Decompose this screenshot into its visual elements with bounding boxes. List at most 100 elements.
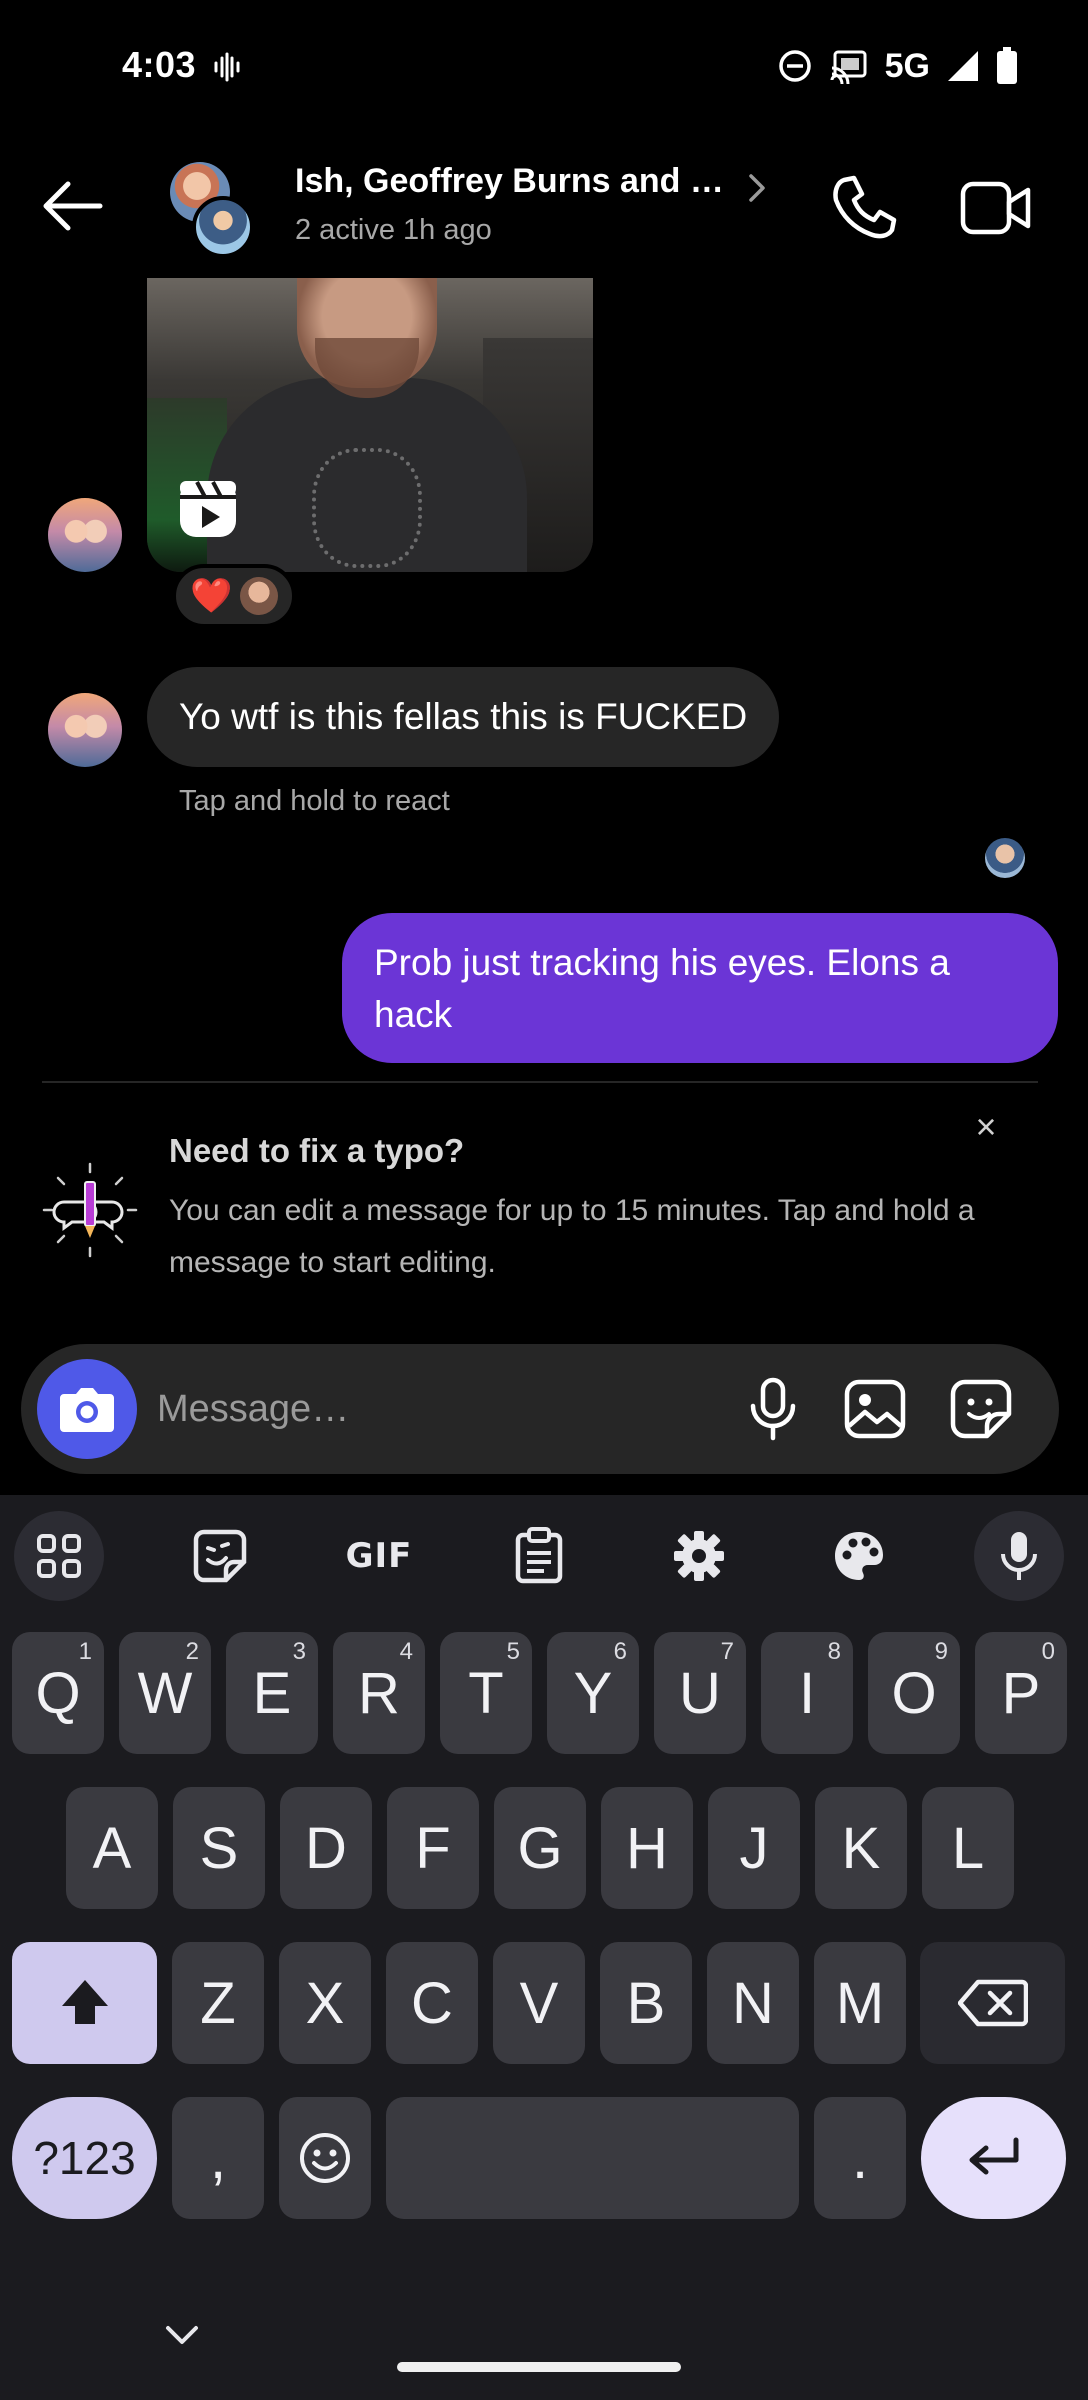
key-u[interactable]: U7 [654, 1632, 746, 1754]
sticker-icon[interactable] [175, 1511, 265, 1601]
reaction-pill[interactable]: ❤️ [172, 564, 296, 628]
edit-pencil-sparkle-icon [42, 1162, 138, 1258]
key-number-hint: 0 [1041, 1638, 1055, 1665]
network-type: 5G [884, 46, 930, 85]
react-hint: Tap and hold to react [179, 785, 450, 817]
backspace-key[interactable] [920, 1942, 1065, 2064]
space-key[interactable] [386, 2097, 799, 2219]
key-k[interactable]: K [815, 1787, 907, 1909]
key-number-hint: 3 [292, 1638, 306, 1665]
key-g[interactable]: G [494, 1787, 586, 1909]
apps-grid-icon[interactable] [14, 1511, 104, 1601]
message-input[interactable] [157, 1374, 717, 1444]
status-bar: 4:03 5G [0, 0, 1088, 130]
cast-icon [830, 50, 867, 84]
key-e[interactable]: E3 [226, 1632, 318, 1754]
key-number-hint: 2 [185, 1638, 199, 1665]
key-b[interactable]: B [600, 1942, 692, 2064]
key-l[interactable]: L [922, 1787, 1014, 1909]
key-m[interactable]: M [814, 1942, 906, 2064]
home-indicator[interactable] [397, 2362, 681, 2372]
key-q[interactable]: Q1 [12, 1632, 104, 1754]
key-number-hint: 4 [399, 1638, 413, 1665]
key-y[interactable]: Y6 [547, 1632, 639, 1754]
reels-icon [180, 481, 236, 537]
key-i[interactable]: I8 [761, 1632, 853, 1754]
keyboard-toolbar: GIF [0, 1495, 1088, 1610]
key-w[interactable]: W2 [119, 1632, 211, 1754]
gif-button[interactable]: GIF [334, 1511, 424, 1601]
key-j[interactable]: J [708, 1787, 800, 1909]
status-time: 4:03 [122, 44, 197, 85]
vibrate-icon [214, 52, 240, 82]
key-s[interactable]: S [173, 1787, 265, 1909]
chat-header: Ish, Geoffrey Burns and … 2 active 1h ag… [0, 150, 1088, 270]
key-f[interactable]: F [387, 1787, 479, 1909]
clipboard-icon[interactable] [494, 1511, 584, 1601]
dnd-icon [778, 50, 811, 82]
on-screen-keyboard: GIF Q1W2E3R4T5Y6U7I8O9P0 ASDFGHJKL ZXCVB… [0, 1495, 1088, 2400]
comma-key[interactable]: , [172, 2097, 264, 2219]
group-avatar[interactable] [170, 162, 260, 258]
key-label: E [252, 1660, 292, 1726]
key-label: Y [573, 1660, 613, 1726]
video-camera-icon[interactable] [960, 178, 1032, 238]
shared-reel[interactable] [147, 278, 593, 572]
emoji-icon [300, 2133, 350, 2183]
key-n[interactable]: N [707, 1942, 799, 2064]
reel-shirt-print [312, 448, 422, 568]
signal-icon [948, 51, 978, 81]
enter-icon [969, 2137, 1018, 2175]
key-r[interactable]: R4 [333, 1632, 425, 1754]
outgoing-message[interactable]: Prob just tracking his eyes. Elons a hac… [342, 913, 1058, 1063]
reactor-avatar [240, 577, 279, 615]
backspace-icon [957, 1979, 1028, 2027]
key-h[interactable]: H [601, 1787, 693, 1909]
key-label: R [358, 1660, 400, 1726]
sender-avatar[interactable] [48, 498, 122, 572]
microphone-icon[interactable] [743, 1376, 803, 1442]
key-a[interactable]: A [66, 1787, 158, 1909]
emoji-key[interactable] [279, 2097, 371, 2219]
key-d[interactable]: D [280, 1787, 372, 1909]
key-c[interactable]: C [386, 1942, 478, 2064]
chevron-right-icon[interactable] [745, 172, 769, 204]
seen-by-avatar [985, 838, 1025, 878]
palette-icon[interactable] [814, 1511, 904, 1601]
key-number-hint: 7 [720, 1638, 734, 1665]
settings-gear-icon[interactable] [654, 1511, 744, 1601]
key-z[interactable]: Z [172, 1942, 264, 2064]
key-number-hint: 8 [827, 1638, 841, 1665]
message-composer [21, 1344, 1059, 1474]
key-x[interactable]: X [279, 1942, 371, 2064]
enter-key[interactable] [921, 2097, 1066, 2219]
key-o[interactable]: O9 [868, 1632, 960, 1754]
status-icons: 5G [777, 44, 1018, 88]
keyboard-microphone-icon[interactable] [974, 1511, 1064, 1601]
close-icon[interactable]: × [968, 1106, 1004, 1147]
key-number-hint: 9 [934, 1638, 948, 1665]
sticker-icon[interactable] [949, 1378, 1013, 1440]
camera-icon [60, 1388, 114, 1432]
key-label: W [137, 1660, 193, 1726]
symbols-key[interactable]: ?123 [12, 2097, 157, 2219]
shift-key[interactable] [12, 1942, 157, 2064]
back-arrow-icon[interactable] [38, 174, 108, 238]
sender-avatar[interactable] [48, 693, 122, 767]
period-key[interactable]: . [814, 2097, 906, 2219]
key-label: T [468, 1660, 504, 1726]
key-t[interactable]: T5 [440, 1632, 532, 1754]
gallery-icon[interactable] [843, 1378, 907, 1440]
key-label: I [798, 1660, 816, 1726]
phone-icon[interactable] [830, 172, 900, 242]
divider [42, 1081, 1038, 1083]
chat-title[interactable]: Ish, Geoffrey Burns and … [295, 162, 724, 201]
gif-label: GIF [345, 1536, 413, 1576]
active-status: 2 active 1h ago [295, 214, 492, 246]
key-number-hint: 6 [613, 1638, 627, 1665]
incoming-message[interactable]: Yo wtf is this fellas this is FUCKED [147, 667, 780, 767]
hide-keyboard-chevron-icon[interactable] [162, 2320, 202, 2350]
key-v[interactable]: V [493, 1942, 585, 2064]
camera-button[interactable] [37, 1359, 137, 1459]
key-p[interactable]: P0 [975, 1632, 1067, 1754]
